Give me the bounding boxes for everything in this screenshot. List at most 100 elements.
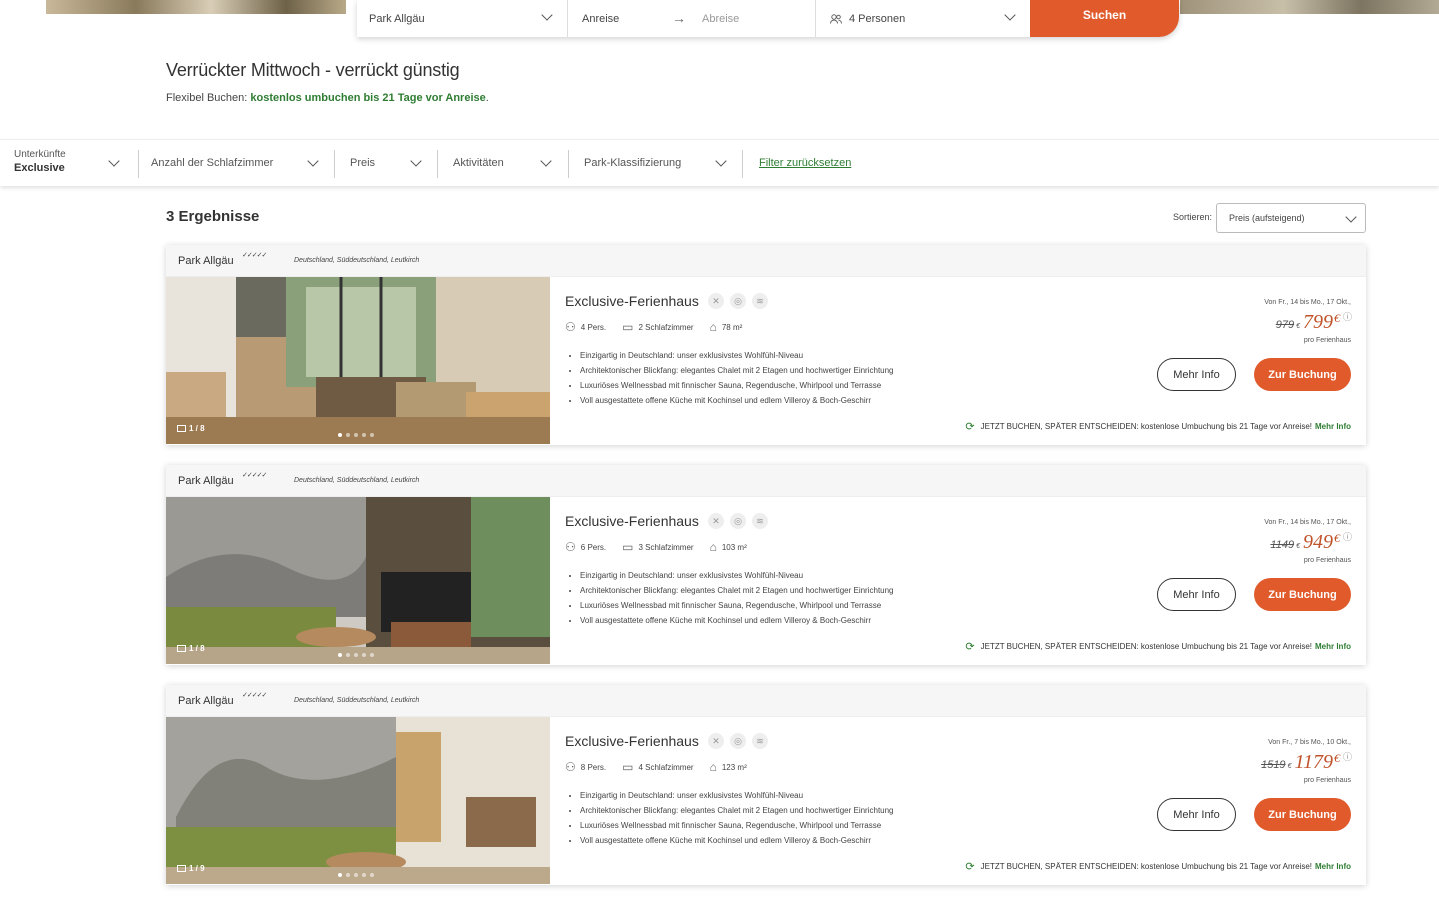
carousel-dots[interactable] — [338, 433, 374, 437]
price-info-icon[interactable]: ⓘ — [1343, 310, 1352, 323]
bed-icon: ▭ — [622, 540, 634, 554]
filter-bedrooms[interactable]: Anzahl der Schlafzimmer — [151, 149, 323, 179]
park-select[interactable]: Park Allgäu — [357, 0, 568, 37]
book-button[interactable]: Zur Buchung — [1254, 358, 1351, 391]
flex-suffix: . — [485, 92, 489, 104]
card-header: Park Allgäu ✓✓✓✓✓ Deutschland, Süddeutsc… — [166, 245, 1366, 277]
carousel-dot[interactable] — [346, 873, 350, 877]
new-price: 949 — [1302, 531, 1333, 553]
more-info-button[interactable]: Mehr Info — [1157, 578, 1236, 611]
price-info-icon[interactable]: ⓘ — [1343, 530, 1352, 543]
chevron-down-icon — [307, 155, 319, 167]
result-card: Park Allgäu ✓✓✓✓✓ Deutschland, Süddeutsc… — [166, 685, 1366, 885]
arrival-field[interactable]: Anreise — [582, 13, 619, 25]
rating-stars-icon: ✓✓✓✓✓ — [242, 252, 267, 259]
date-range-picker[interactable]: Anreise → Abreise — [568, 0, 816, 37]
feature-list: Einzigartig in Deutschland: unser exklus… — [580, 568, 894, 628]
old-price: 1149 — [1270, 539, 1295, 551]
carousel-dot[interactable] — [354, 873, 358, 877]
search-button[interactable]: Suchen — [1030, 0, 1179, 37]
carousel-dot[interactable] — [362, 873, 366, 877]
filter-price[interactable]: Preis — [350, 149, 426, 179]
carousel-dot[interactable] — [362, 433, 366, 437]
departure-field[interactable]: Abreise — [702, 13, 739, 25]
card-image[interactable]: 1 / 9 — [166, 717, 550, 884]
filter-divider — [437, 150, 438, 178]
card-title[interactable]: Exclusive-Ferienhaus — [565, 733, 699, 749]
image-counter: 1 / 8 — [177, 644, 205, 653]
refresh-icon: ⟳ — [965, 861, 975, 873]
book-button[interactable]: Zur Buchung — [1254, 578, 1351, 611]
carousel-dot[interactable] — [338, 873, 342, 877]
carousel-dot[interactable] — [370, 873, 374, 877]
card-image[interactable]: 1 / 8 — [166, 277, 550, 444]
card-image[interactable]: 1 / 8 — [166, 497, 550, 664]
feature-item: Architektonischer Blickfang: elegantes C… — [580, 583, 894, 598]
carousel-dot[interactable] — [338, 433, 342, 437]
image-counter-value: 1 / 8 — [189, 644, 205, 653]
flex-highlight: kostenlos umbuchen bis 21 Tage vor Anrei… — [250, 92, 486, 104]
carousel-dot[interactable] — [346, 433, 350, 437]
carousel-dots[interactable] — [338, 873, 374, 877]
price: 1149 € 949 € ⓘ — [1270, 531, 1352, 554]
old-price-currency: € — [1296, 323, 1300, 330]
filter-accommodation-value: Exclusive — [14, 162, 65, 174]
feature-item: Einzigartig in Deutschland: unser exklus… — [580, 348, 894, 363]
persons-select[interactable]: 4 Personen — [816, 0, 1030, 37]
more-info-button[interactable]: Mehr Info — [1157, 358, 1236, 391]
carousel-dot[interactable] — [362, 653, 366, 657]
sort-select[interactable]: Preis (aufsteigend) — [1216, 203, 1366, 233]
fact-persons: ⚇ 8 Pers. — [565, 760, 606, 774]
filter-accommodation[interactable]: Unterkünfte Exclusive — [14, 149, 124, 179]
card-facts: ⚇ 8 Pers. ▭ 4 Schlafzimmer ⌂ 123 m² — [565, 760, 763, 774]
carousel-dot[interactable] — [354, 653, 358, 657]
card-park-name[interactable]: Park Allgäu — [178, 475, 234, 487]
persons-value: 4 Personen — [849, 12, 906, 25]
price-info-icon[interactable]: ⓘ — [1343, 750, 1352, 763]
fact-bedrooms-value: 2 Schlafzimmer — [638, 322, 694, 332]
amenity-icons: ✕ ◎ ≋ — [708, 513, 768, 529]
new-price: 1179 — [1294, 751, 1333, 773]
card-title[interactable]: Exclusive-Ferienhaus — [565, 293, 699, 309]
fact-persons-value: 8 Pers. — [580, 762, 607, 772]
rebook-more-info-link[interactable]: Mehr Info — [1315, 862, 1351, 871]
filter-price-label: Preis — [350, 157, 376, 169]
date-range: Von Fr., 7 bis Mo., 10 Okt., — [1268, 739, 1351, 746]
more-info-button[interactable]: Mehr Info — [1157, 798, 1236, 831]
filter-bar: Unterkünfte Exclusive Anzahl der Schlafz… — [0, 139, 1439, 186]
filter-divider — [742, 150, 743, 178]
image-counter-value: 1 / 9 — [189, 864, 205, 873]
card-title[interactable]: Exclusive-Ferienhaus — [565, 513, 699, 529]
filter-activities[interactable]: Aktivitäten — [453, 149, 555, 179]
search-bar: Park Allgäu Anreise → Abreise 4 Personen… — [357, 0, 1179, 37]
filter-reset-link[interactable]: Filter zurücksetzen — [759, 157, 851, 169]
carousel-dots[interactable] — [338, 653, 374, 657]
carousel-dot[interactable] — [370, 433, 374, 437]
filter-park-classification[interactable]: Park-Klassifizierung — [584, 149, 729, 179]
page-title: Verrückter Mittwoch - verrückt günstig — [166, 60, 460, 80]
fact-area: ⌂ 78 m² — [710, 320, 743, 334]
chevron-down-icon — [1004, 9, 1016, 21]
card-park-name[interactable]: Park Allgäu — [178, 255, 234, 267]
rebook-more-info-link[interactable]: Mehr Info — [1315, 642, 1351, 651]
filter-divider — [568, 150, 569, 178]
date-range: Von Fr., 14 bis Mo., 17 Okt., — [1264, 299, 1351, 306]
price-unit: pro Ferienhaus — [1303, 777, 1351, 784]
price-unit: pro Ferienhaus — [1303, 557, 1351, 564]
book-button[interactable]: Zur Buchung — [1254, 798, 1351, 831]
no-smoking-icon: ◎ — [730, 733, 746, 749]
carousel-dot[interactable] — [346, 653, 350, 657]
carousel-dot[interactable] — [354, 433, 358, 437]
hero-image-left — [46, 0, 346, 14]
wifi-icon: ≋ — [752, 733, 768, 749]
rebook-more-info-link[interactable]: Mehr Info — [1315, 422, 1351, 431]
old-price-currency: € — [1296, 543, 1300, 550]
sort-label: Sortieren: — [1173, 212, 1213, 222]
fact-area-value: 78 m² — [721, 322, 743, 332]
old-price: 1519 — [1261, 759, 1286, 771]
gallery-icon — [177, 645, 186, 652]
card-park-name[interactable]: Park Allgäu — [178, 695, 234, 707]
carousel-dot[interactable] — [338, 653, 342, 657]
feature-item: Einzigartig in Deutschland: unser exklus… — [580, 568, 894, 583]
carousel-dot[interactable] — [370, 653, 374, 657]
